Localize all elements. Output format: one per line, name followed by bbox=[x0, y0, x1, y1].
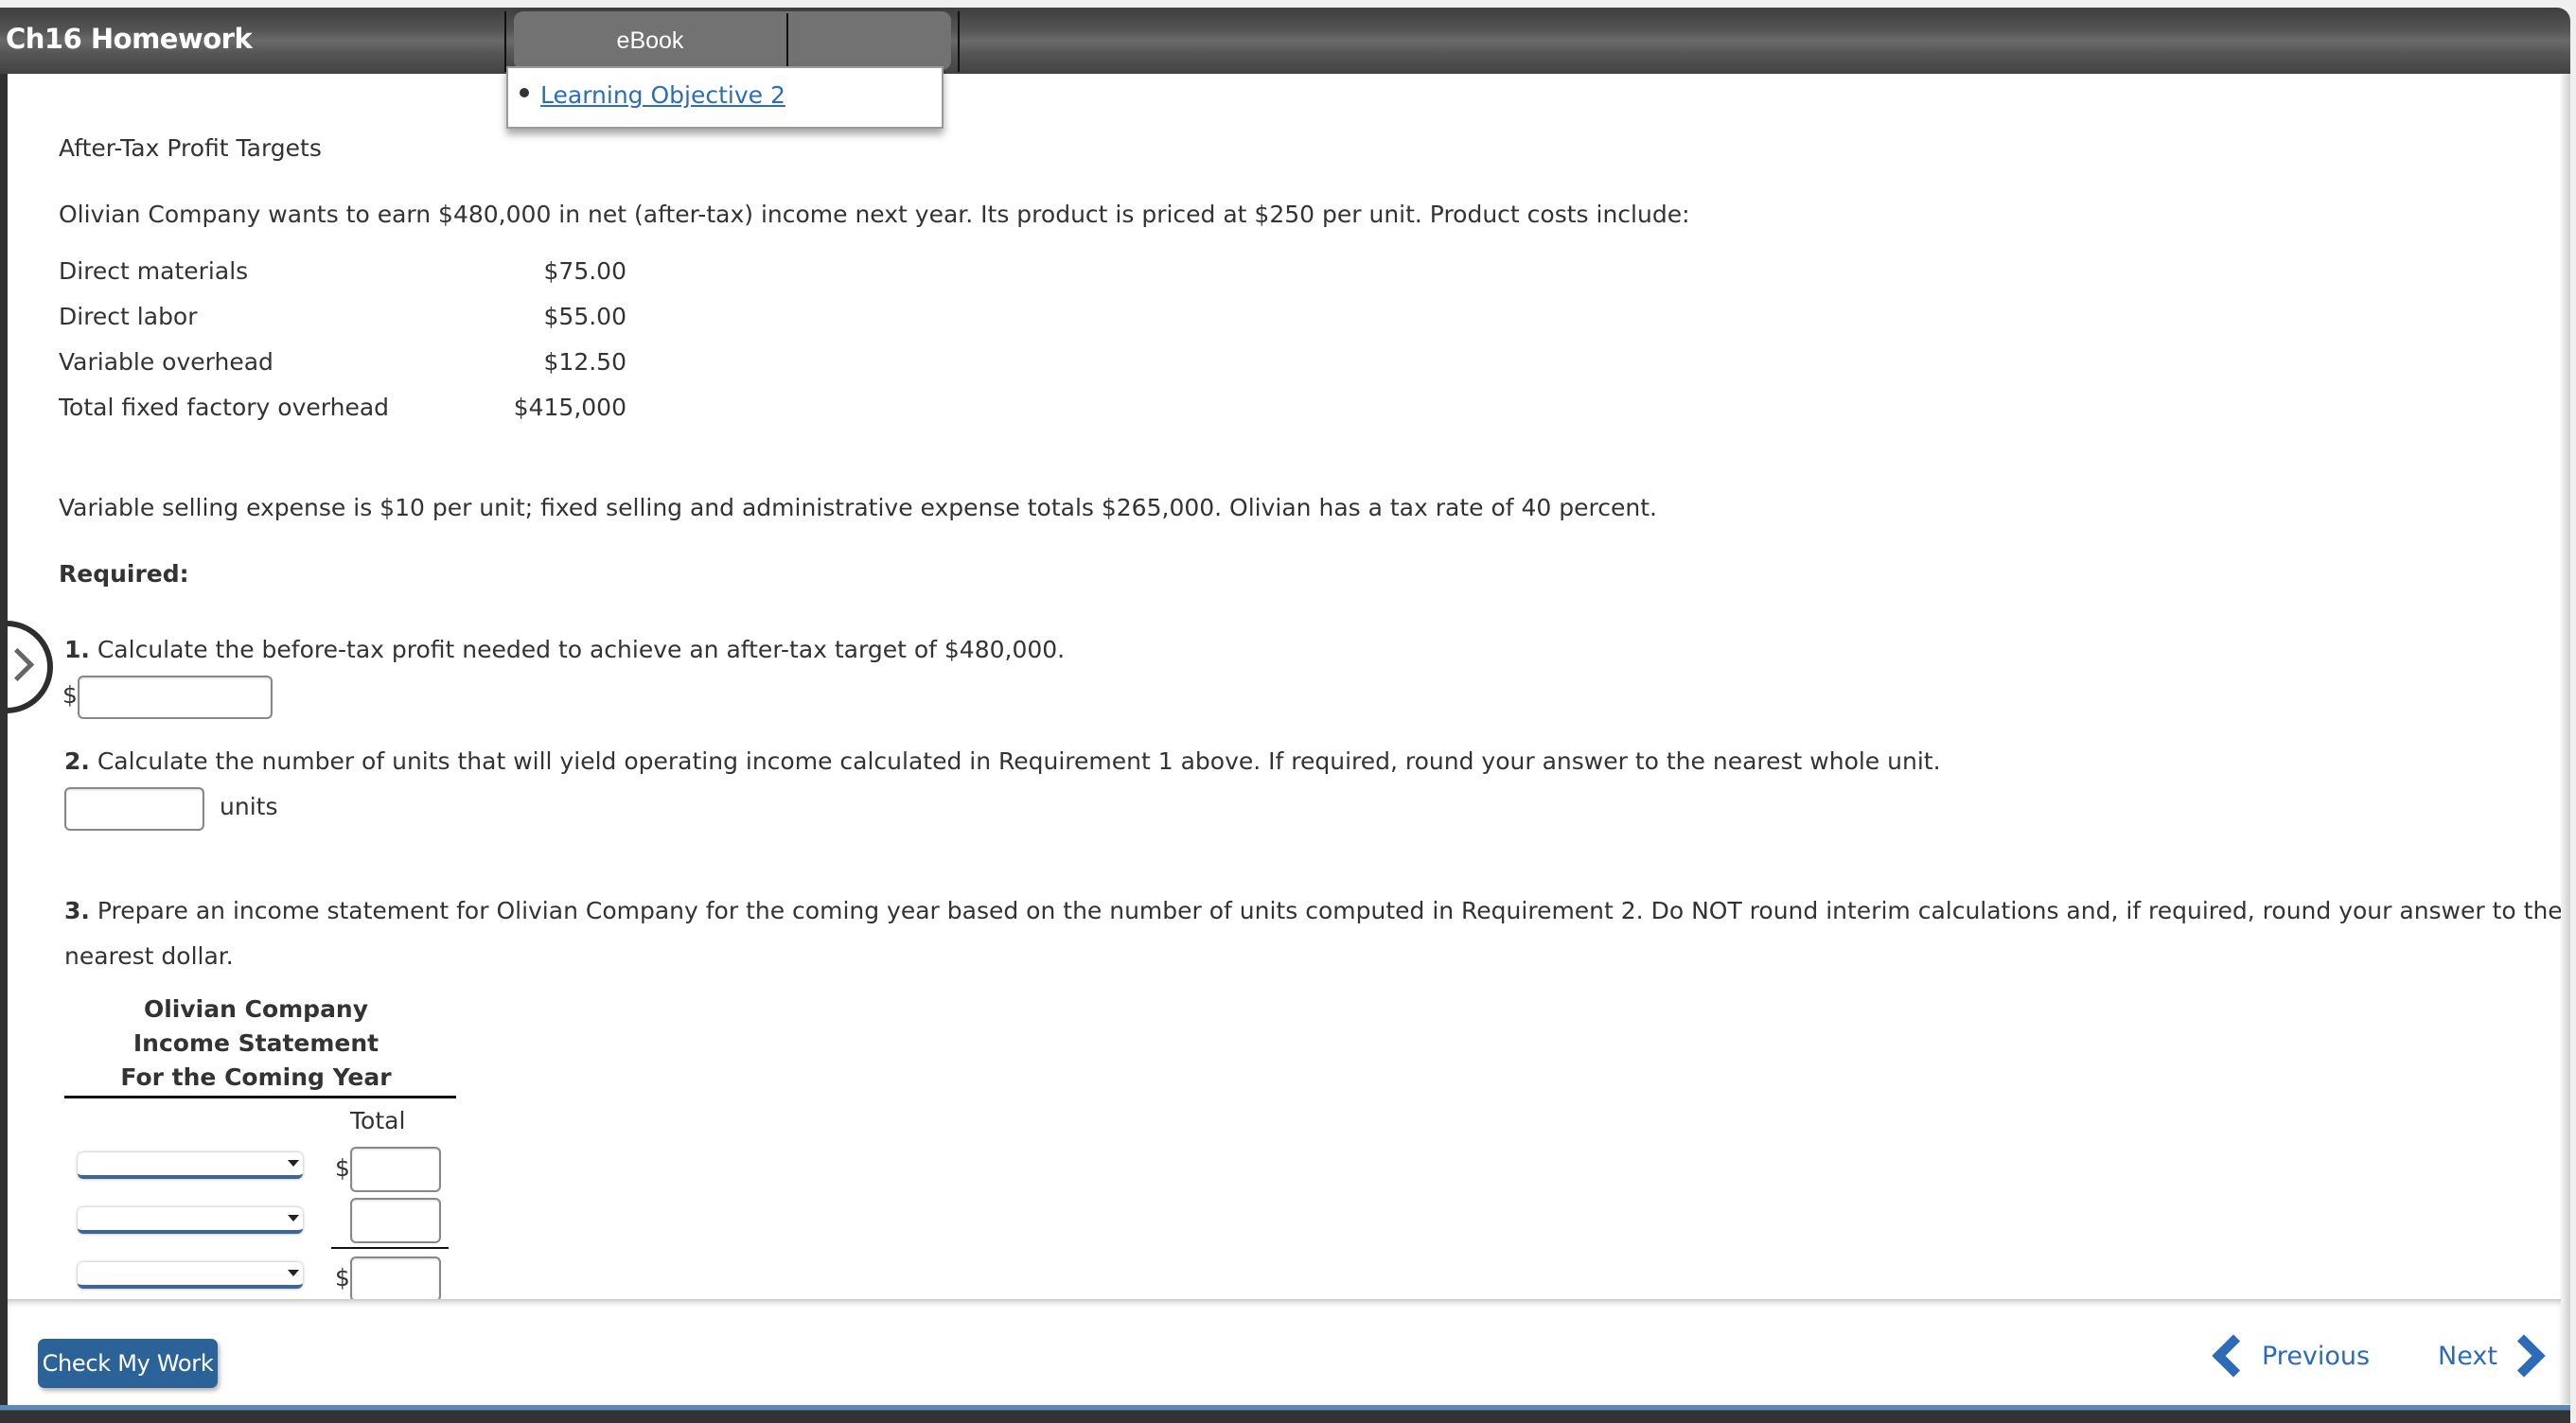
caret-down-icon bbox=[288, 1160, 299, 1167]
previous-label: Previous bbox=[2262, 1341, 2371, 1371]
tab-secondary[interactable] bbox=[788, 11, 951, 70]
assignment-title: Ch16 Homework bbox=[6, 23, 253, 55]
chevron-left-icon bbox=[2212, 1334, 2255, 1378]
cost-label: Variable overhead bbox=[59, 348, 273, 376]
requirement-description: Calculate the number of units that will … bbox=[89, 747, 1941, 775]
requirement-number: 3. bbox=[64, 897, 90, 924]
tab-separator bbox=[958, 11, 960, 72]
problem-intro: Olivian Company wants to earn $480,000 i… bbox=[59, 201, 1690, 228]
cost-label: Direct materials bbox=[59, 257, 249, 285]
statement-period: For the Coming Year bbox=[120, 1063, 392, 1091]
left-border bbox=[0, 74, 8, 1408]
statement-company: Olivian Company bbox=[143, 995, 369, 1023]
before-tax-profit-input[interactable] bbox=[78, 676, 273, 719]
requirement-1-text: 1. Calculate the before-tax profit neede… bbox=[64, 636, 1065, 663]
selling-expense-text: Variable selling expense is $10 per unit… bbox=[59, 494, 1657, 521]
statement-title: Income Statement bbox=[132, 1029, 379, 1057]
bottom-bar bbox=[0, 1405, 2570, 1423]
ebook-dropdown-menu: Learning Objective 2 bbox=[506, 66, 944, 129]
currency-prefix: $ bbox=[335, 1264, 350, 1291]
requirement-number: 1. bbox=[64, 636, 90, 663]
units-suffix: units bbox=[220, 793, 278, 820]
bullet-icon bbox=[520, 88, 529, 97]
requirement-3-text-cont: nearest dollar. bbox=[64, 942, 234, 970]
column-header-total: Total bbox=[350, 1107, 406, 1134]
next-button[interactable]: Next bbox=[2438, 1334, 2546, 1378]
check-my-work-button[interactable]: Check My Work bbox=[38, 1339, 218, 1388]
footer: Check My Work Previous Next bbox=[8, 1299, 2561, 1405]
requirement-number: 2. bbox=[64, 747, 90, 775]
caret-down-icon bbox=[288, 1270, 299, 1276]
amount-input[interactable] bbox=[350, 1198, 441, 1243]
line-item-select[interactable] bbox=[78, 1152, 303, 1179]
amount-input[interactable] bbox=[350, 1256, 441, 1299]
tab-group: eBook bbox=[514, 11, 951, 70]
cost-value: $415,000 bbox=[513, 394, 626, 421]
currency-prefix: $ bbox=[335, 1154, 350, 1182]
chevron-right-icon bbox=[2502, 1334, 2546, 1378]
cost-label: Direct labor bbox=[59, 303, 198, 330]
cost-value: $55.00 bbox=[543, 303, 626, 330]
expand-panel-button[interactable] bbox=[8, 621, 53, 713]
chevron-right-icon bbox=[8, 647, 35, 682]
requirement-2-text: 2. Calculate the number of units that wi… bbox=[64, 747, 1941, 775]
units-input[interactable] bbox=[64, 787, 204, 831]
subtotal-rule bbox=[331, 1247, 449, 1249]
cost-value: $75.00 bbox=[543, 257, 626, 285]
currency-prefix: $ bbox=[62, 681, 78, 709]
required-heading: Required: bbox=[59, 560, 189, 588]
learning-objective-link[interactable]: Learning Objective 2 bbox=[540, 81, 785, 109]
cost-label: Total fixed factory overhead bbox=[59, 394, 390, 421]
requirement-description: Calculate the before-tax profit needed t… bbox=[89, 636, 1066, 663]
line-item-select[interactable] bbox=[78, 1207, 303, 1234]
requirement-3-text: 3. Prepare an income statement for Olivi… bbox=[64, 897, 2561, 924]
header-rule bbox=[64, 1096, 456, 1098]
scrollbar[interactable] bbox=[2561, 74, 2570, 1404]
tab-separator bbox=[504, 11, 506, 72]
amount-input[interactable] bbox=[350, 1147, 441, 1192]
requirement-description: Prepare an income statement for Olivian … bbox=[89, 897, 2561, 924]
next-label: Next bbox=[2438, 1341, 2497, 1371]
cost-value: $12.50 bbox=[543, 348, 626, 376]
tab-ebook[interactable]: eBook bbox=[514, 11, 786, 70]
question-content: After-Tax Profit Targets Olivian Company… bbox=[8, 74, 2561, 1299]
caret-down-icon bbox=[288, 1215, 299, 1221]
previous-button[interactable]: Previous bbox=[2212, 1334, 2371, 1378]
line-item-select[interactable] bbox=[78, 1262, 303, 1289]
top-header: Ch16 Homework eBook bbox=[0, 8, 2570, 74]
problem-title: After-Tax Profit Targets bbox=[59, 134, 322, 162]
